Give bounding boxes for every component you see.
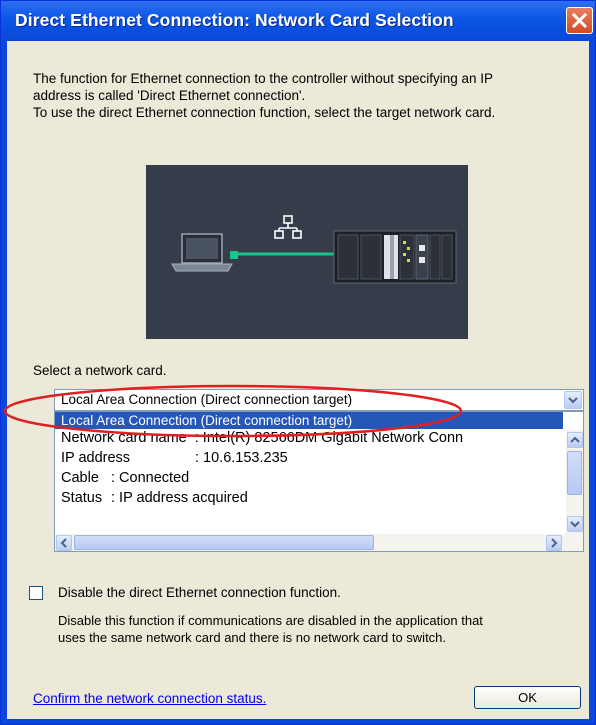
intro-text: The function for Ethernet connection to … <box>33 70 583 121</box>
list-row-ip-address: IP address : 10.6.153.235 <box>61 450 288 466</box>
horizontal-scrollbar[interactable] <box>55 534 583 551</box>
scroll-down-button[interactable] <box>567 516 583 532</box>
scroll-left-icon <box>60 538 67 548</box>
dialog-window: Direct Ethernet Connection: Network Card… <box>0 0 596 725</box>
row-value: : Intel(R) 82566DM Gigabit Network Conn <box>194 430 464 446</box>
row-label: Status <box>61 490 103 506</box>
row-label: Cable <box>61 470 99 486</box>
list-row-card-name: Network card name : Intel(R) 82566DM Gig… <box>61 430 463 446</box>
connection-diagram <box>146 165 468 339</box>
laptop-icon <box>171 233 233 272</box>
vertical-scrollbar[interactable] <box>566 430 583 534</box>
controller-icon <box>333 230 457 284</box>
ok-button[interactable]: OK <box>474 686 581 709</box>
intro-line: To use the direct Ethernet connection fu… <box>33 105 496 120</box>
intro-line: The function for Ethernet connection to … <box>33 71 494 86</box>
row-value: : 10.6.153.235 <box>195 450 288 466</box>
scroll-left-button[interactable] <box>56 535 72 551</box>
intro-line: address is called 'Direct Ethernet conne… <box>33 88 306 103</box>
chevron-down-icon <box>568 397 578 404</box>
close-button[interactable] <box>566 7 593 34</box>
disable-note: Disable this function if communications … <box>58 612 483 646</box>
checkbox-label[interactable]: Disable the direct Ethernet connection f… <box>58 585 341 600</box>
disable-direct-connection-checkbox[interactable] <box>29 586 43 600</box>
dialog-title: Direct Ethernet Connection: Network Card… <box>15 10 454 30</box>
note-line: uses the same network card and there is … <box>58 630 447 645</box>
row-value: : Connected <box>111 470 190 486</box>
list-row-cable: Cable : Connected <box>61 470 189 486</box>
vertical-scroll-thumb[interactable] <box>567 451 582 495</box>
scroll-up-icon <box>570 436 580 443</box>
scroll-right-button[interactable] <box>546 535 562 551</box>
title-bar[interactable]: Direct Ethernet Connection: Network Card… <box>1 1 595 41</box>
row-label: IP address <box>61 450 131 466</box>
scroll-right-icon <box>551 538 558 548</box>
dropdown-button[interactable] <box>564 391 582 409</box>
list-item-selected[interactable]: Local Area Connection (Direct connection… <box>55 412 563 429</box>
list-item-label: Local Area Connection (Direct connection… <box>61 413 353 428</box>
row-label: Network card name <box>61 430 187 446</box>
scroll-down-icon <box>570 521 580 528</box>
scroll-up-button[interactable] <box>567 432 583 448</box>
horizontal-scroll-thumb[interactable] <box>74 535 374 550</box>
select-card-label: Select a network card. <box>33 363 167 378</box>
close-icon <box>571 12 588 29</box>
row-value: : IP address acquired <box>111 490 248 506</box>
network-card-list[interactable]: Local Area Connection (Direct connection… <box>54 411 584 552</box>
dropdown-value: Local Area Connection (Direct connection… <box>61 392 353 407</box>
note-line: Disable this function if communications … <box>58 613 483 628</box>
network-card-dropdown[interactable]: Local Area Connection (Direct connection… <box>54 389 584 411</box>
dialog-body: The function for Ethernet connection to … <box>7 41 589 719</box>
confirm-status-link[interactable]: Confirm the network connection status. <box>33 691 266 706</box>
network-icon <box>274 215 302 239</box>
list-row-status: Status : IP address acquired <box>61 490 248 506</box>
